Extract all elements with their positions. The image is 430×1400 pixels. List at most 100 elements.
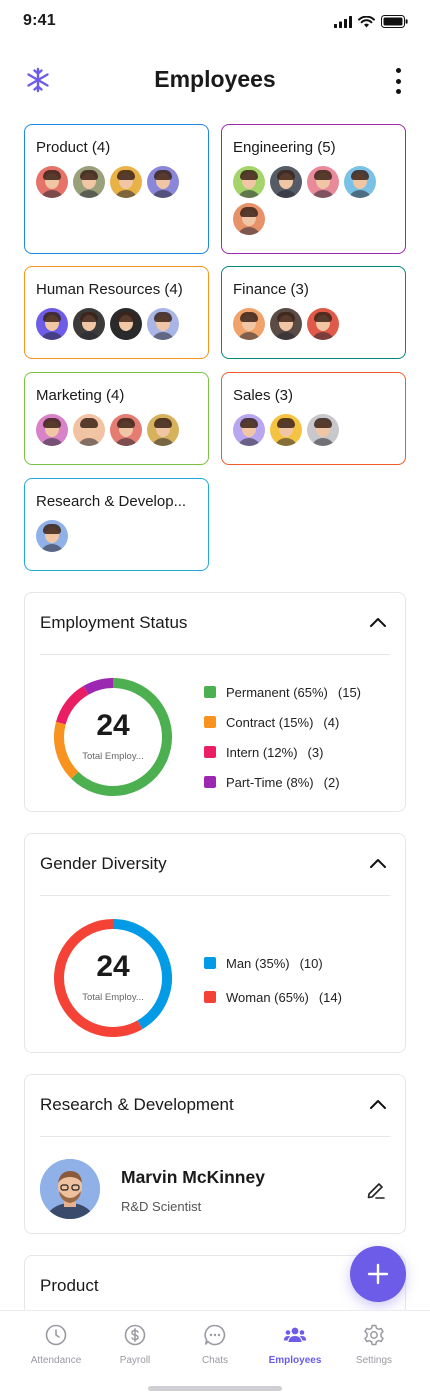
avatar bbox=[73, 414, 105, 446]
section-header[interactable]: Product bbox=[40, 1256, 390, 1318]
nav-label: Settings bbox=[355, 1355, 393, 1366]
nav-label: Employees bbox=[268, 1355, 322, 1366]
avatar[interactable] bbox=[40, 1159, 100, 1219]
cellular-signal-icon bbox=[334, 15, 352, 28]
chevron-up-icon[interactable] bbox=[368, 615, 388, 629]
chat-icon bbox=[204, 1324, 226, 1346]
more-vertical-icon[interactable] bbox=[392, 68, 404, 94]
legend-swatch bbox=[204, 716, 216, 728]
legend-label: Man (35%) bbox=[226, 955, 290, 971]
dept-title: Marketing (4) bbox=[36, 387, 125, 404]
chevron-up-icon[interactable] bbox=[368, 1097, 388, 1111]
app-header: Employees bbox=[0, 56, 430, 104]
dept-title: Human Resources (4) bbox=[36, 281, 183, 298]
dollar-icon bbox=[124, 1324, 146, 1346]
gear-icon bbox=[364, 1324, 384, 1346]
avatar bbox=[147, 308, 179, 340]
avatar bbox=[270, 308, 302, 340]
dept-card-sales[interactable]: Sales (3) bbox=[221, 372, 406, 465]
legend-item: Intern (12%) (3) bbox=[204, 737, 361, 767]
avatar bbox=[233, 308, 265, 340]
dept-card-marketing[interactable]: Marketing (4) bbox=[24, 372, 209, 465]
chevron-up-icon[interactable] bbox=[368, 856, 388, 870]
person-name: Marvin McKinney bbox=[121, 1167, 265, 1187]
edit-pencil-icon[interactable] bbox=[365, 1179, 387, 1201]
status-bar: 9:41 bbox=[0, 0, 430, 44]
dept-card-engineering[interactable]: Engineering (5) bbox=[221, 124, 406, 254]
legend-count: (3) bbox=[307, 744, 324, 760]
avatar bbox=[147, 414, 179, 446]
nav-item-payroll[interactable]: Payroll bbox=[95, 1323, 175, 1366]
legend-count: (10) bbox=[299, 955, 323, 971]
employment-donut-chart: 24 Total Employ... bbox=[51, 675, 175, 799]
avatar bbox=[36, 166, 68, 198]
add-employee-button[interactable] bbox=[350, 1246, 406, 1302]
avatar bbox=[344, 166, 376, 198]
person-role: R&D Scientist bbox=[121, 1199, 202, 1214]
dept-card-finance[interactable]: Finance (3) bbox=[221, 266, 406, 359]
avatar bbox=[307, 414, 339, 446]
legend-label: Contract (15%) bbox=[226, 714, 314, 730]
nav-item-employees[interactable]: Employees bbox=[255, 1323, 335, 1366]
gender-donut-chart: 24 Total Employ... bbox=[51, 916, 175, 1040]
legend-label: Permanent (65%) bbox=[226, 684, 328, 700]
clock-icon bbox=[45, 1324, 67, 1346]
dept-card-research-development[interactable]: Research & Develop... bbox=[24, 478, 209, 571]
nav-label: Payroll bbox=[119, 1355, 151, 1366]
legend-count: (4) bbox=[323, 714, 340, 730]
legend-item: Contract (15%) (4) bbox=[204, 707, 361, 737]
dept-title: Engineering (5) bbox=[233, 139, 336, 156]
nav-item-attendance[interactable]: Attendance bbox=[16, 1323, 96, 1366]
dept-avatars bbox=[233, 308, 394, 340]
legend-count: (2) bbox=[323, 774, 340, 790]
avatar bbox=[36, 308, 68, 340]
avatar bbox=[147, 166, 179, 198]
dept-title: Research & Develop... bbox=[36, 493, 187, 510]
avatar bbox=[110, 308, 142, 340]
dept-avatars bbox=[36, 520, 197, 552]
home-indicator bbox=[148, 1386, 282, 1391]
nav-item-settings[interactable]: Settings bbox=[334, 1323, 414, 1366]
legend-item: Permanent (65%) (15) bbox=[204, 677, 361, 707]
section-title: Research & Development bbox=[40, 1095, 234, 1114]
section-header[interactable]: Employment Status bbox=[40, 593, 390, 655]
dept-title: Product (4) bbox=[36, 139, 111, 156]
dept-card-product[interactable]: Product (4) bbox=[24, 124, 209, 254]
avatar bbox=[110, 166, 142, 198]
avatar bbox=[270, 166, 302, 198]
employment-legend: Permanent (65%) (15) Contract (15%) (4) In… bbox=[204, 677, 361, 797]
donut-total-label: Total Employ... bbox=[82, 751, 144, 762]
person-avatar-image bbox=[40, 1159, 100, 1219]
legend-item: Woman (65%) (14) bbox=[204, 980, 342, 1014]
section-header[interactable]: Gender Diversity bbox=[40, 834, 390, 896]
status-time: 9:41 bbox=[23, 12, 56, 29]
battery-icon bbox=[381, 15, 408, 28]
avatar bbox=[307, 308, 339, 340]
donut-total-label: Total Employ... bbox=[82, 992, 144, 1003]
avatar bbox=[233, 166, 265, 198]
users-icon bbox=[283, 1327, 307, 1342]
wifi-icon bbox=[358, 15, 375, 27]
section-title: Employment Status bbox=[40, 613, 188, 632]
rnd-section-card: Research & Development Marvin McKinney R… bbox=[24, 1074, 406, 1234]
employment-status-card: Employment Status 24 Total Employ... Per… bbox=[24, 592, 406, 812]
dept-title: Sales (3) bbox=[233, 387, 294, 404]
dept-avatars bbox=[36, 414, 197, 446]
avatar bbox=[233, 203, 265, 235]
dept-title: Finance (3) bbox=[233, 281, 309, 298]
legend-swatch bbox=[204, 776, 216, 788]
avatar bbox=[233, 414, 265, 446]
donut-total: 24 bbox=[96, 709, 130, 742]
dept-card-human-resources[interactable]: Human Resources (4) bbox=[24, 266, 209, 359]
legend-label: Woman (65%) bbox=[226, 989, 309, 1005]
section-header[interactable]: Research & Development bbox=[40, 1075, 390, 1137]
avatar bbox=[110, 414, 142, 446]
avatar bbox=[36, 414, 68, 446]
avatar bbox=[36, 520, 68, 552]
legend-count: (14) bbox=[318, 989, 342, 1005]
nav-label: Attendance bbox=[30, 1355, 82, 1366]
avatar bbox=[270, 414, 302, 446]
legend-item: Part-Time (8%) (2) bbox=[204, 767, 361, 797]
nav-item-chats[interactable]: Chats bbox=[175, 1323, 255, 1366]
plus-icon bbox=[367, 1263, 389, 1285]
